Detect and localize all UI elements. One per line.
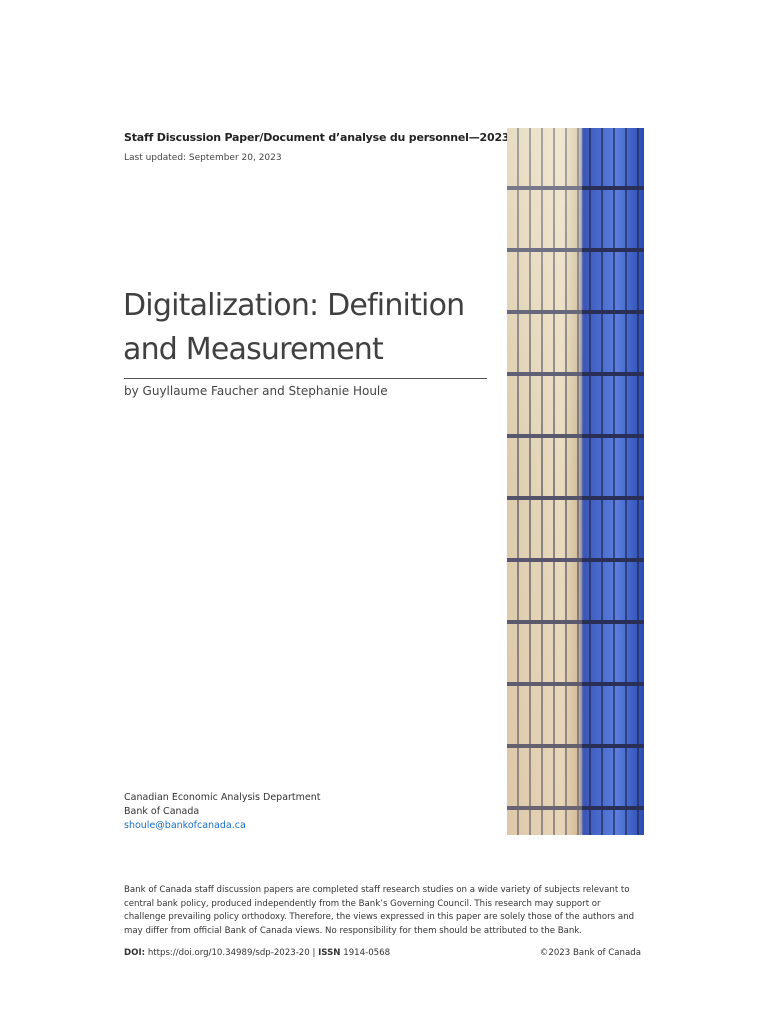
series-label: Staff Discussion Paper/Document d’analys… [124, 131, 529, 144]
doi-label: DOI: [124, 948, 146, 958]
doi-link[interactable]: https://doi.org/10.34989/sdp-2023-20 [148, 948, 310, 958]
page-title: Digitalization: Definition and Measureme… [123, 288, 465, 367]
affiliation: Canadian Economic Analysis Department Ba… [124, 791, 321, 833]
footer: DOI: https://doi.org/10.34989/sdp-2023-2… [124, 948, 641, 958]
cover-building-image [507, 128, 644, 835]
issn: 1914-0568 [343, 948, 391, 958]
department: Canadian Economic Analysis Department [124, 792, 321, 803]
authors: by Guyllaume Faucher and Stephanie Houle [124, 384, 388, 398]
institution: Bank of Canada [124, 806, 200, 817]
last-updated: Last updated: September 20, 2023 [124, 153, 282, 163]
separator: | [312, 948, 316, 958]
issn-label: ISSN [318, 948, 341, 958]
title-divider [124, 378, 487, 379]
copyright: ©2023 Bank of Canada [539, 948, 641, 958]
email-link[interactable]: shoule@bankofcanada.ca [124, 820, 246, 831]
disclaimer: Bank of Canada staff discussion papers a… [124, 885, 635, 936]
doi-issn: DOI: https://doi.org/10.34989/sdp-2023-2… [124, 948, 390, 958]
